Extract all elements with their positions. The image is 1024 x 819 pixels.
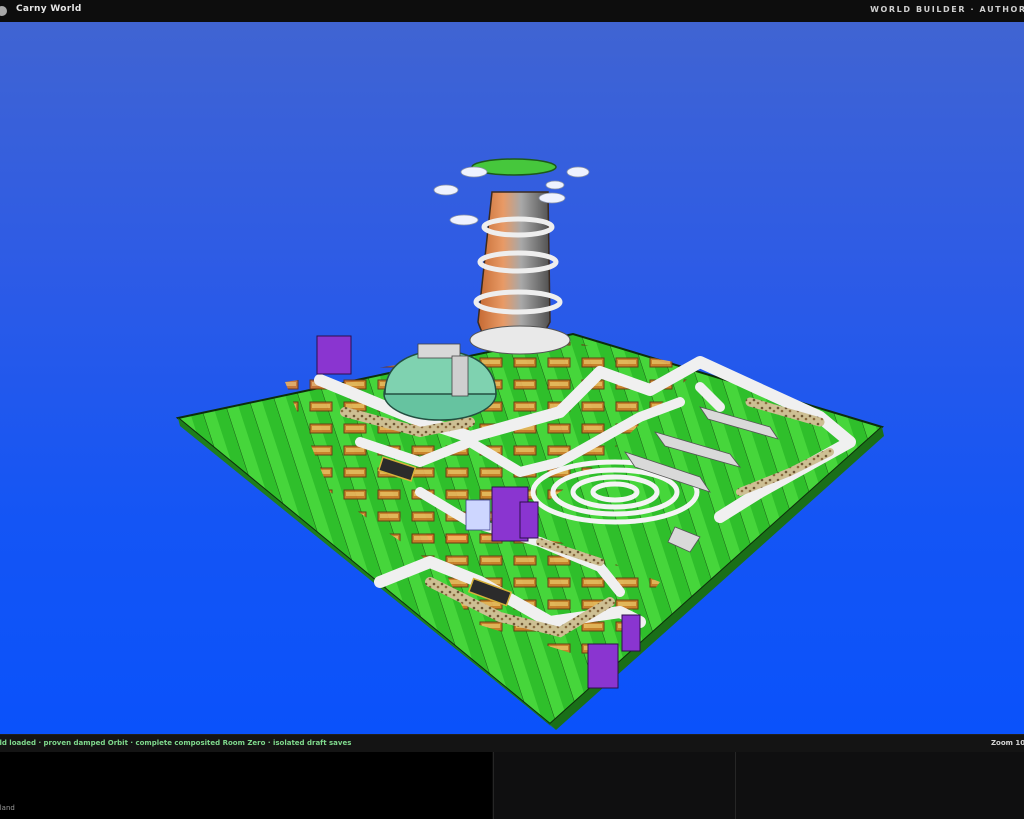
outline-panel: Island [0,752,492,819]
window-control-icon[interactable] [0,6,7,16]
mode-label: WORLD BUILDER · AUTHORED [870,5,1024,14]
scene-viewport[interactable] [0,22,1024,734]
zoom-readout[interactable]: Zoom 100 [991,739,1024,747]
status-message: rld loaded · proven damped Orbit · compl… [0,739,352,747]
scene-render [175,158,884,730]
title-bar: Carny World WORLD BUILDER · AUTHORED [0,0,1024,23]
properties-panel [735,752,1024,819]
bottom-panels: Island [0,752,1024,819]
inspector-panel [493,752,735,819]
outline-item-island[interactable]: Island [0,804,15,812]
status-bar: rld loaded · proven damped Orbit · compl… [0,734,1024,752]
app-title: Carny World [16,4,82,14]
